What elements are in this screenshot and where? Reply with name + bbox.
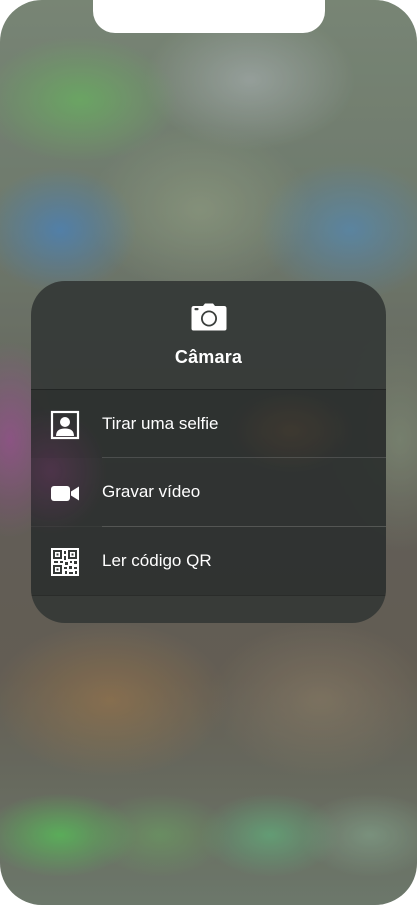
camera-quick-actions-menu: Câmara Tirar uma selfie Gravar vídeo Ler… — [31, 281, 386, 623]
selfie-portrait-icon — [50, 410, 80, 440]
device-notch — [93, 0, 325, 33]
take-selfie-label: Tirar uma selfie — [102, 414, 219, 433]
record-video-action[interactable]: Gravar vídeo — [31, 458, 386, 526]
qr-code-icon — [51, 548, 79, 576]
video-camera-icon — [51, 486, 79, 501]
take-selfie-action[interactable]: Tirar uma selfie — [31, 389, 386, 458]
menu-divider — [31, 595, 386, 596]
menu-header: Câmara — [31, 281, 386, 389]
scan-qr-code-label: Ler código QR — [102, 551, 212, 570]
camera-icon — [191, 303, 227, 331]
scan-qr-code-action[interactable]: Ler código QR — [31, 527, 386, 595]
record-video-label: Gravar vídeo — [102, 482, 201, 501]
menu-title: Câmara — [174, 347, 243, 367]
